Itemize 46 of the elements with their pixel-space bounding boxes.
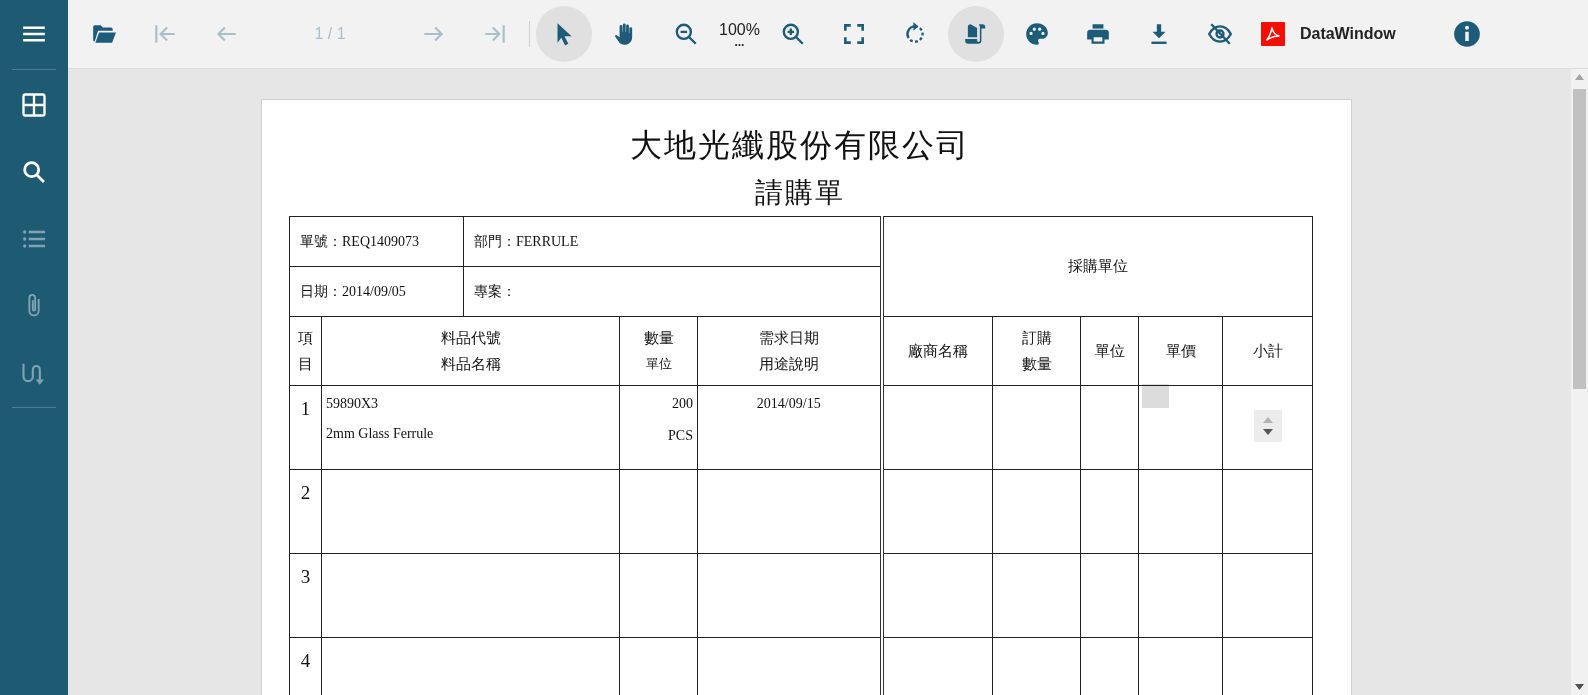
column-header: 單位 bbox=[1094, 343, 1125, 359]
form-field: 日期：2014/09/05 bbox=[300, 283, 406, 299]
part-number: 59890X3 bbox=[325, 395, 380, 413]
eye-slash-icon bbox=[1206, 21, 1233, 47]
part-name: 2mm Glass Ferrule bbox=[325, 425, 435, 443]
company-title: 大地光纖股份有限公司 bbox=[629, 126, 971, 164]
column-header: 需求日期 bbox=[757, 329, 820, 348]
column-header: 用途說明 bbox=[757, 355, 820, 374]
quantity: 200 bbox=[671, 395, 694, 413]
column-header: 料品名稱 bbox=[439, 355, 502, 374]
column-header: 料品代號 bbox=[439, 329, 502, 348]
item-number: 3 bbox=[299, 565, 312, 588]
zoom-level: 100% bbox=[719, 22, 760, 38]
item-number: 2 bbox=[299, 481, 312, 504]
column-header: 項目 bbox=[298, 329, 313, 374]
info-icon bbox=[1452, 20, 1481, 48]
pdf-icon bbox=[1260, 22, 1285, 46]
column-header: 廠商名稱 bbox=[907, 343, 968, 359]
column-header: 小計 bbox=[1252, 343, 1283, 359]
pdf-label: DataWindow bbox=[1299, 25, 1396, 43]
form-field: 專案： bbox=[474, 283, 516, 299]
scrollbar-thumb[interactable] bbox=[1573, 89, 1586, 389]
form-title: 請購單 bbox=[754, 176, 846, 210]
scroll-down-icon[interactable] bbox=[1575, 684, 1584, 690]
column-header: 數量 bbox=[1020, 355, 1053, 374]
column-header: 單位 bbox=[644, 355, 673, 373]
printer-icon bbox=[1084, 21, 1111, 47]
zoom-level-button[interactable]: 100% ... bbox=[719, 6, 760, 62]
unit: PCS bbox=[667, 427, 694, 445]
item-number: 4 bbox=[299, 649, 312, 672]
item-number: 1 bbox=[299, 397, 312, 420]
column-header: 數量 bbox=[642, 329, 675, 348]
page-indicator: 1 / 1 bbox=[313, 24, 347, 44]
export-pdf-button[interactable]: DataWindow bbox=[1252, 6, 1404, 62]
column-header: 單價 bbox=[1165, 343, 1196, 359]
form-field: 部門：FERRULE bbox=[474, 233, 579, 249]
section-header: 採購單位 bbox=[1067, 258, 1128, 274]
grid-icon bbox=[20, 90, 48, 119]
more-label: ... bbox=[734, 38, 745, 46]
zoom-out-icon bbox=[673, 21, 699, 47]
column-header: 訂購 bbox=[1020, 329, 1053, 348]
select-tool-button[interactable] bbox=[536, 6, 592, 62]
scrollbar[interactable] bbox=[1571, 69, 1588, 695]
palette-icon bbox=[1023, 21, 1050, 47]
price-field[interactable] bbox=[1142, 384, 1169, 408]
due-date: 2014/09/15 bbox=[755, 395, 822, 413]
